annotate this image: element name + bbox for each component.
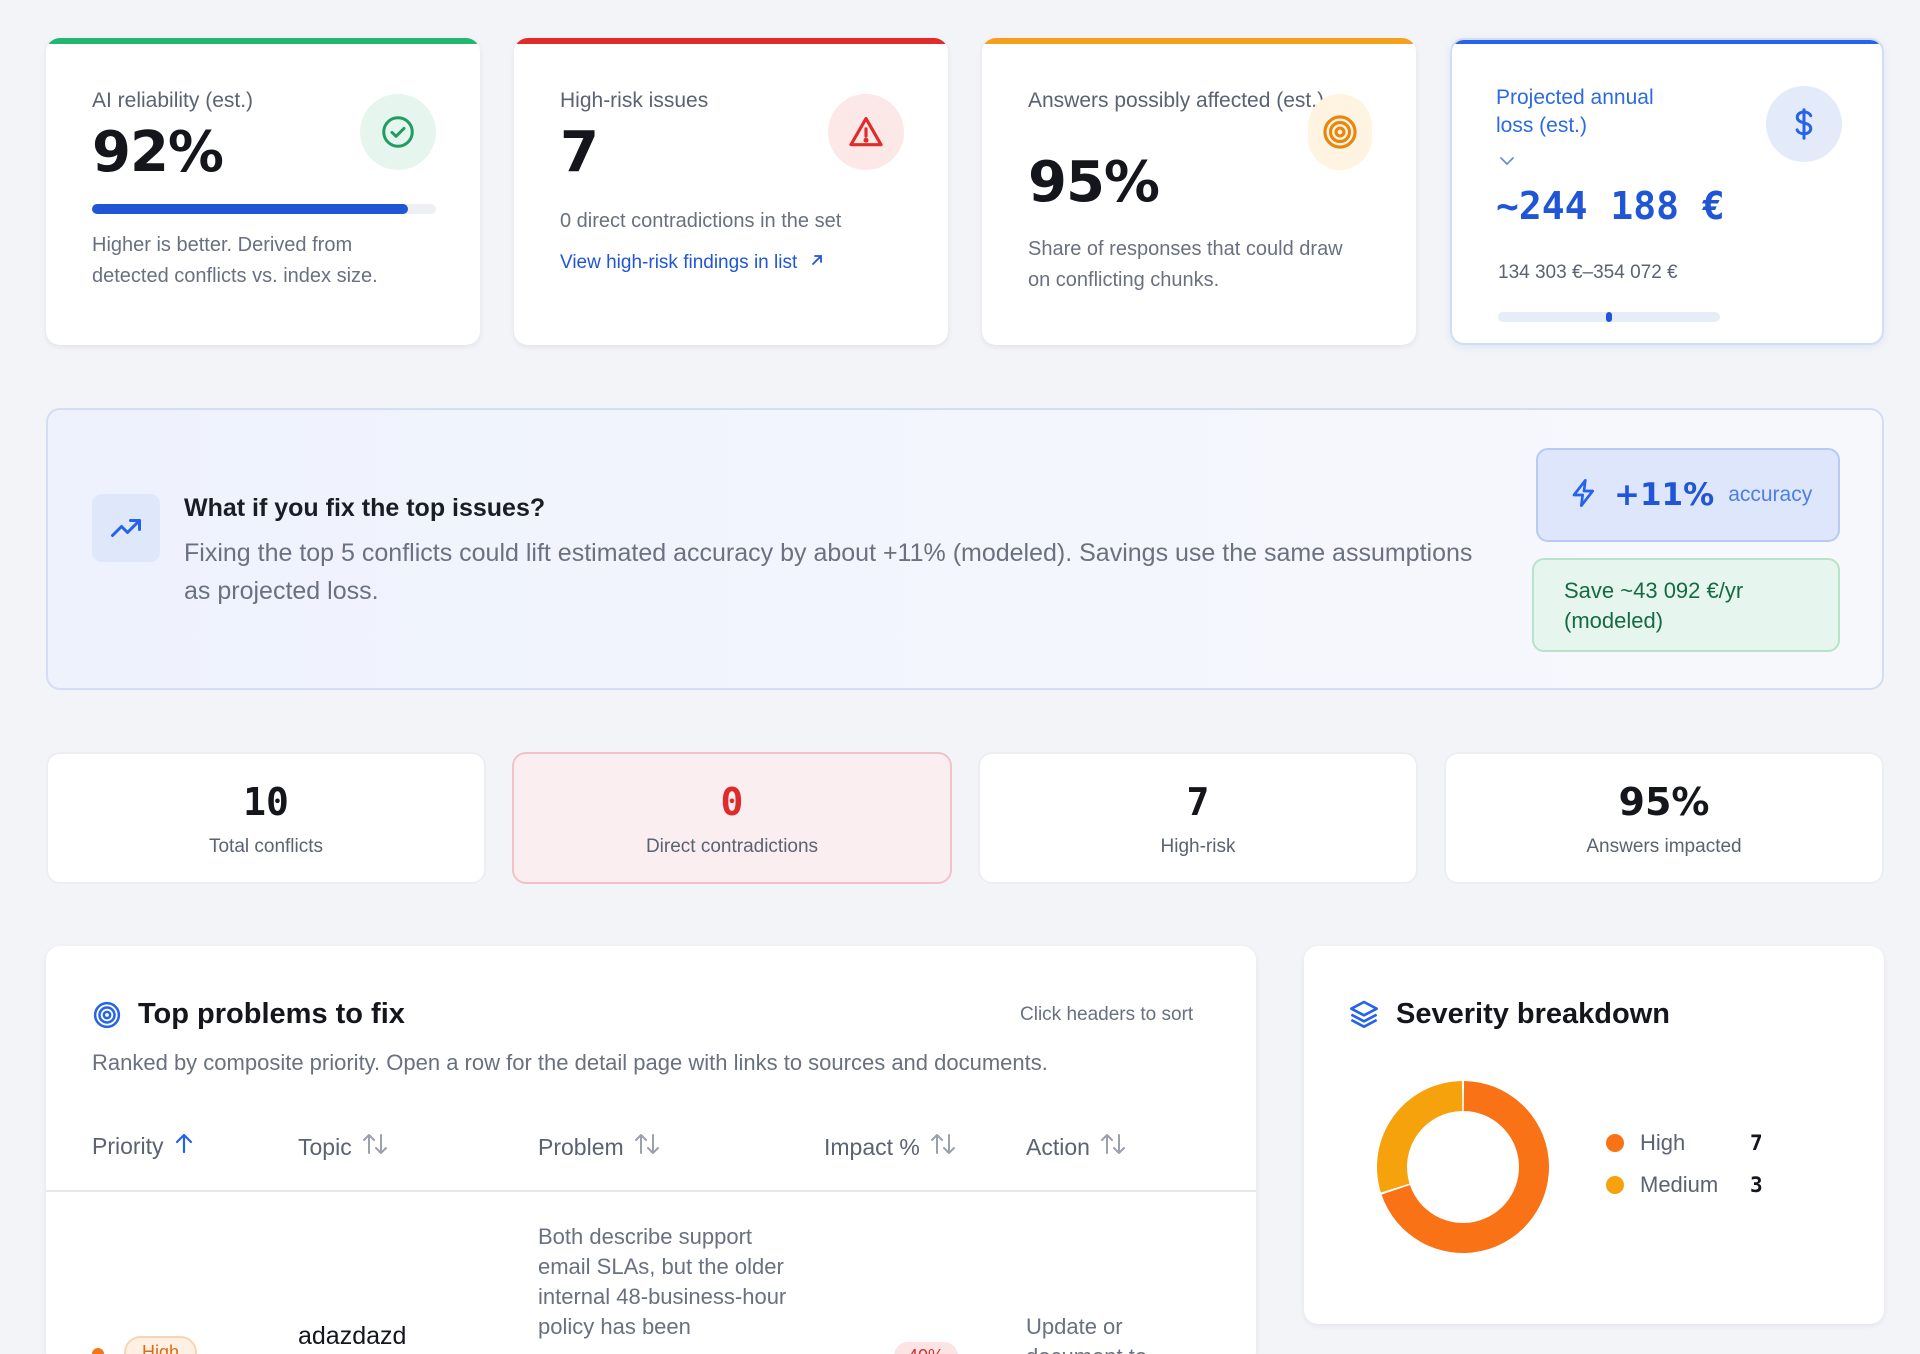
stat-value: 10 <box>243 780 289 824</box>
trending-up-icon <box>92 494 160 562</box>
what-if-title: What if you fix the top issues? <box>184 494 546 522</box>
kpi-label: High-risk issues <box>560 89 709 112</box>
problems-subtitle: Ranked by composite priority. Open a row… <box>92 1050 1048 1075</box>
column-header-priority[interactable]: Priority <box>92 1132 194 1160</box>
kpi-label: Projected annual loss (est.) <box>1496 86 1654 137</box>
legend-item-high: High 7 <box>1606 1130 1763 1156</box>
stat-high-risk[interactable]: 7 High-risk <box>978 752 1418 884</box>
arrow-up-icon <box>174 1132 194 1160</box>
lightning-icon <box>1568 477 1600 514</box>
kpi-description: Higher is better. Derived from detected … <box>92 234 378 287</box>
legend-label: High <box>1640 1130 1686 1155</box>
column-header-problem[interactable]: Problem <box>538 1132 660 1162</box>
sort-hint: Click headers to sort <box>1020 1004 1194 1025</box>
view-high-risk-link[interactable]: View high-risk findings in list <box>560 252 825 274</box>
reliability-progress-fill <box>92 204 409 214</box>
impact-badge: 40% <box>894 1342 959 1354</box>
severity-donut <box>1377 1081 1549 1253</box>
kpi-description: Share of responses that could draw on co… <box>1028 238 1343 291</box>
kpi-value: 95% <box>1028 150 1160 215</box>
dollar-icon <box>1766 86 1842 162</box>
savings-badge: Save ~43 092 €/yr (modeled) <box>1532 558 1840 652</box>
stat-value: 0 <box>720 780 744 824</box>
kpi-label: Answers possibly affected (est.) <box>1028 89 1325 112</box>
problems-title: Top problems to fix <box>138 998 405 1030</box>
layers-icon <box>1348 998 1380 1035</box>
stat-label: Total conflicts <box>208 836 324 857</box>
kpi-label: AI reliability (est.) <box>92 89 254 112</box>
loss-range-track <box>1498 312 1720 322</box>
priority-dot <box>92 1348 104 1354</box>
topic-cell: adazdazd <box>298 1322 407 1350</box>
stat-label: Answers impacted <box>1586 836 1742 857</box>
accuracy-delta: +11% <box>1614 477 1715 513</box>
legend-dot-medium <box>1606 1176 1624 1194</box>
impact-text: 40% <box>908 1346 944 1354</box>
kpi-card-answers-affected: Answers possibly affected (est.) 95% Sha… <box>982 38 1416 345</box>
column-header-topic[interactable]: Topic <box>298 1132 388 1162</box>
column-label: Topic <box>298 1133 352 1160</box>
stat-label: Direct contradictions <box>645 836 819 857</box>
stat-value: 95% <box>1618 780 1710 824</box>
kpi-accent-bar <box>514 38 948 44</box>
legend-label: Medium <box>1640 1172 1719 1197</box>
priority-text: High <box>142 1342 180 1354</box>
legend-dot-high <box>1606 1134 1624 1152</box>
sort-icon <box>362 1132 388 1162</box>
kpi-card-high-risk: High-risk issues 7 0 direct contradictio… <box>514 38 948 345</box>
stat-value: 7 <box>1186 780 1210 824</box>
stat-label: High-risk <box>1160 836 1236 857</box>
kpi-accent-bar <box>1452 40 1882 44</box>
kpi-card-reliability: AI reliability (est.) 92% Higher is bett… <box>46 38 480 345</box>
sort-icon <box>1100 1132 1126 1162</box>
target-icon <box>1308 94 1372 170</box>
kpi-description: 0 direct contradictions in the set <box>560 210 842 232</box>
donut-slice-medium <box>1377 1081 1463 1193</box>
chevron-down-icon[interactable] <box>1498 154 1516 172</box>
warning-triangle-icon <box>828 94 904 170</box>
savings-text: Save ~43 092 €/yr (modeled) <box>1564 578 1744 633</box>
table-row[interactable]: High adazdazd Both describe support emai… <box>46 1192 1256 1354</box>
sort-icon <box>930 1132 956 1162</box>
action-cell: Update or document to the <box>1026 1314 1147 1354</box>
check-circle-icon <box>360 94 436 170</box>
arrow-up-right-icon <box>809 252 825 274</box>
stat-answers-impacted[interactable]: 95% Answers impacted <box>1444 752 1884 884</box>
column-label: Action <box>1026 1133 1090 1160</box>
kpi-value: 7 <box>560 120 599 185</box>
what-if-body: Fixing the top 5 conflicts could lift es… <box>184 539 1473 605</box>
link-label: View high-risk findings in list <box>560 252 798 273</box>
legend-item-medium: Medium 3 <box>1606 1172 1763 1198</box>
column-label: Problem <box>538 1133 624 1160</box>
target-icon <box>92 1000 122 1035</box>
kpi-value: ~244 188 € <box>1496 184 1725 228</box>
legend-count: 3 <box>1750 1173 1763 1197</box>
loss-range-marker <box>1606 312 1612 322</box>
priority-badge: High <box>124 1336 198 1354</box>
what-if-banner: What if you fix the top issues? Fixing t… <box>46 408 1884 690</box>
kpi-value: 92% <box>92 120 224 185</box>
reliability-progress-track <box>92 204 436 214</box>
stat-direct-contradictions[interactable]: 0 Direct contradictions <box>512 752 952 884</box>
loss-range: 134 303 €–354 072 € <box>1498 262 1678 283</box>
column-label: Priority <box>92 1132 164 1159</box>
sort-icon <box>634 1132 660 1162</box>
kpi-accent-bar <box>46 38 480 44</box>
problem-cell: Both describe support email SLAs, but th… <box>538 1224 787 1339</box>
column-header-impact[interactable]: Impact % <box>824 1132 956 1162</box>
column-label: Impact % <box>824 1133 920 1160</box>
legend-count: 7 <box>1750 1131 1763 1155</box>
kpi-card-annual-loss[interactable]: Projected annual loss (est.) ~244 188 € … <box>1450 38 1884 345</box>
stat-total-conflicts[interactable]: 10 Total conflicts <box>46 752 486 884</box>
kpi-accent-bar <box>982 38 1416 44</box>
accuracy-delta-badge: +11% accuracy <box>1536 448 1840 542</box>
accuracy-label: accuracy <box>1728 483 1813 506</box>
column-header-action[interactable]: Action <box>1026 1132 1126 1162</box>
severity-title: Severity breakdown <box>1396 998 1670 1030</box>
